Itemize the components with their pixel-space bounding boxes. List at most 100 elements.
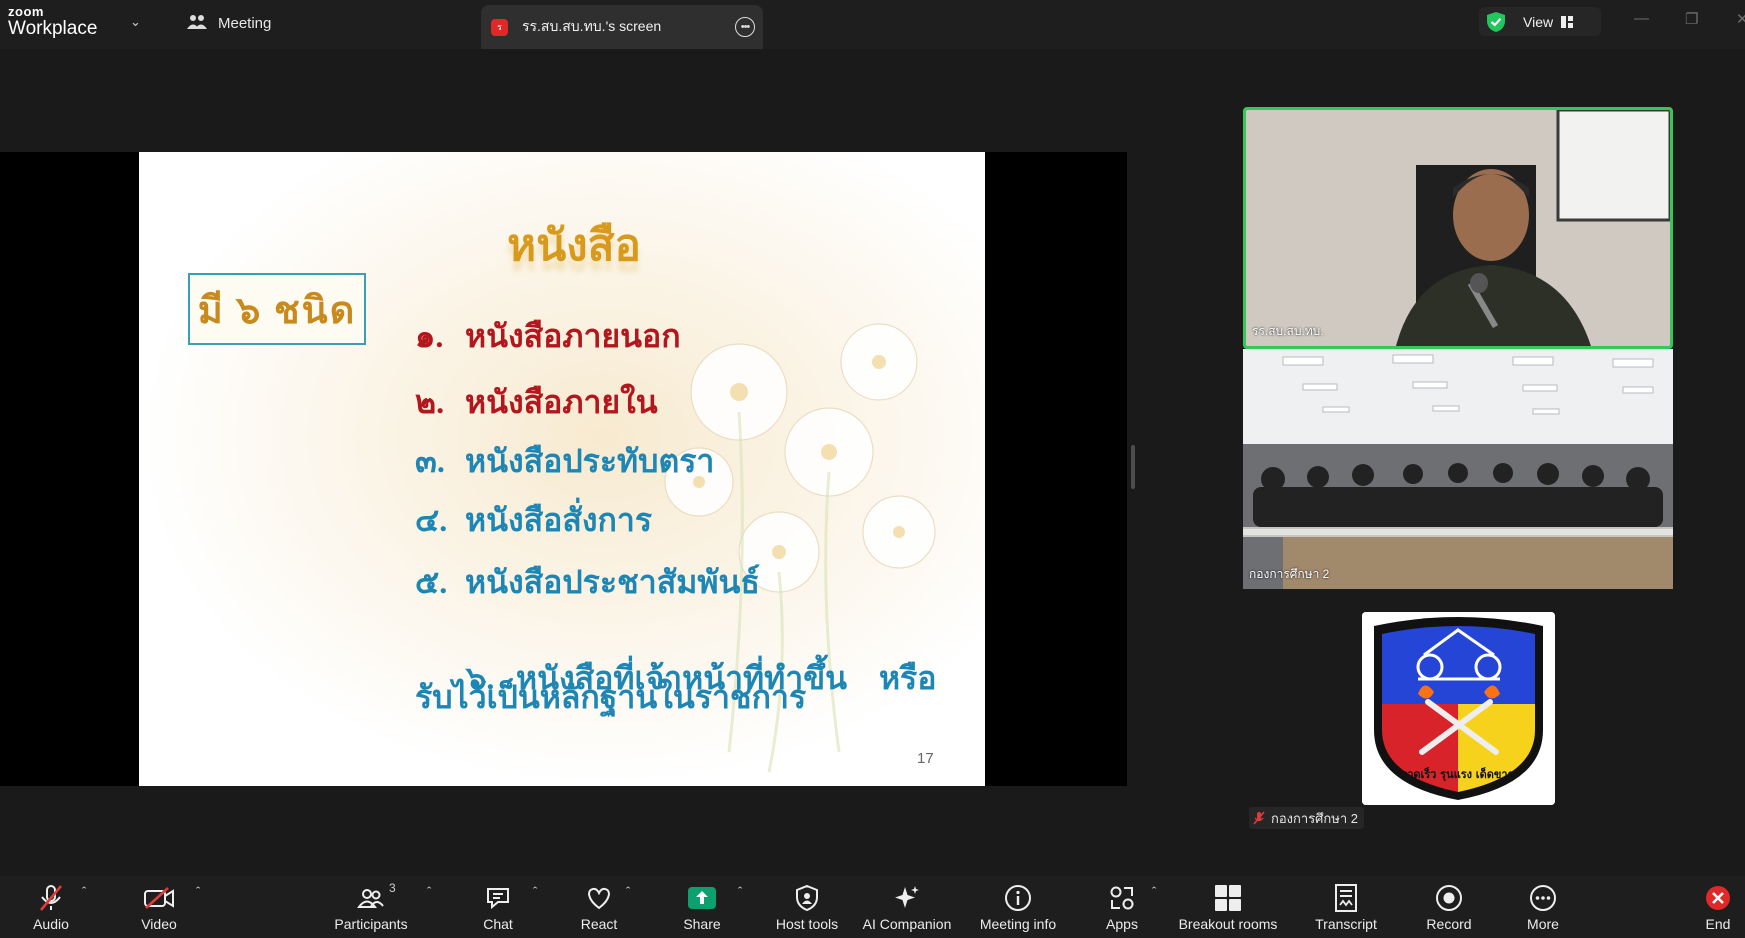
- participants-options-caret[interactable]: ˆ: [427, 884, 431, 899]
- share-label: Share: [683, 916, 721, 932]
- record-button[interactable]: Record: [1424, 876, 1474, 938]
- minimize-icon[interactable]: —: [1634, 10, 1649, 27]
- apps-label: Apps: [1106, 916, 1138, 932]
- muted-mic-icon: [40, 885, 62, 911]
- host-name-label: รร.สบ.สบ.ทบ.: [1252, 324, 1324, 338]
- chevron-down-icon[interactable]: ⌄: [130, 14, 141, 30]
- breakout-rooms-label: Breakout rooms: [1178, 916, 1278, 932]
- slide-count-box: มี ๖ ชนิด: [188, 273, 366, 345]
- react-label: React: [580, 916, 618, 932]
- chat-options-caret[interactable]: ˆ: [533, 884, 537, 899]
- slide-item-4: ๔. หนังสือสั่งการ: [415, 495, 652, 546]
- encryption-shield-icon: [1487, 11, 1505, 32]
- logo-workplace-text: Workplace: [8, 18, 98, 39]
- slide-item-number: ๓.: [415, 443, 445, 479]
- view-button[interactable]: View: [1479, 7, 1601, 36]
- meeting-info-label: Meeting info: [979, 916, 1057, 932]
- end-call-icon: [1706, 886, 1730, 910]
- shared-screen-area[interactable]: หนังสือ มี ๖ ชนิด ๑. หนังสือภายนอก ๒. หนัง…: [0, 152, 1127, 786]
- more-icon: [1530, 885, 1556, 911]
- end-label: End: [1705, 916, 1731, 932]
- meeting-people-icon: [187, 15, 207, 29]
- tab-shared-screen[interactable]: ร รร.สบ.สบ.ทบ.'s screen •••: [481, 5, 763, 49]
- transcript-button[interactable]: Transcript: [1310, 876, 1382, 938]
- audio-label: Audio: [33, 916, 69, 932]
- tab-shared-screen-label: รร.สบ.สบ.ทบ.'s screen: [522, 18, 662, 34]
- slide-item-3: ๓. หนังสือประทับตรา: [415, 436, 714, 487]
- participants-label: Participants: [334, 916, 408, 932]
- meeting-info-button[interactable]: Meeting info: [974, 876, 1062, 938]
- transcript-label: Transcript: [1315, 916, 1377, 932]
- ai-sparkle-icon: [895, 886, 919, 908]
- react-options-caret[interactable]: ˆ: [626, 884, 630, 899]
- transcript-icon: [1335, 884, 1357, 912]
- chat-button[interactable]: Chat: [478, 876, 518, 938]
- slide-item-text: หนังสือภายใน: [465, 384, 658, 420]
- participants-icon: [357, 889, 384, 908]
- heart-icon: [588, 887, 610, 910]
- slide-item-2: ๒. หนังสือภายใน: [415, 377, 658, 428]
- share-options-caret[interactable]: ˆ: [738, 884, 742, 899]
- slide-item-5: ๕. หนังสือประชาสัมพันธ์: [415, 557, 760, 608]
- classroom-video-feed: [1243, 349, 1673, 589]
- video-options-caret[interactable]: ˆ: [196, 884, 200, 899]
- more-label: More: [1527, 916, 1559, 932]
- video-tile-classroom[interactable]: กองการศึกษา 2: [1243, 349, 1673, 589]
- muted-participant-label: กองการศึกษา 2: [1249, 807, 1365, 829]
- restore-icon[interactable]: ❐: [1685, 10, 1698, 28]
- slide-item-text: หนังสือสั่งการ: [465, 502, 653, 538]
- slide-item-text: หนังสือประชาสัมพันธ์: [465, 564, 760, 600]
- tab-meeting[interactable]: Meeting: [186, 13, 271, 33]
- record-label: Record: [1426, 916, 1472, 932]
- close-window-icon[interactable]: ✕: [1736, 10, 1745, 28]
- audio-options-caret[interactable]: ˆ: [82, 884, 86, 899]
- share-screen-icon: [688, 887, 716, 909]
- title-bar: zoom Workplace ⌄ Meeting ร รร.สบ.สบ.ทบ.'…: [0, 0, 1745, 49]
- screen-share-badge: ร: [491, 18, 508, 36]
- presentation-slide: หนังสือ มี ๖ ชนิด ๑. หนังสือภายนอก ๒. หนัง…: [139, 152, 985, 786]
- slide-title: หนังสือ: [507, 221, 641, 270]
- view-label: View: [1523, 13, 1554, 30]
- unit-emblem-avatar: รวดเร็ว รุนแรง เด็ดขาด: [1362, 612, 1555, 805]
- host-video-feed: [1246, 110, 1670, 346]
- shield-icon: [796, 884, 818, 912]
- audio-button[interactable]: Audio: [26, 876, 76, 938]
- muted-mic-icon: [1253, 811, 1265, 825]
- slide-item-number: ๒.: [415, 384, 445, 420]
- share-button[interactable]: Share: [680, 876, 724, 938]
- meeting-toolbar: Audio ˆ Video ˆ Participants 3 ˆ Chat ˆ …: [0, 876, 1745, 938]
- ai-companion-button[interactable]: AI Companion: [861, 876, 953, 938]
- video-label: Video: [141, 916, 177, 932]
- end-meeting-button[interactable]: End: [1698, 876, 1738, 938]
- video-off-icon: [144, 887, 174, 909]
- video-tile-host[interactable]: รร.สบ.สบ.ทบ.: [1243, 107, 1673, 349]
- apps-button[interactable]: Apps: [1102, 876, 1142, 938]
- slide-item-text: หนังสือประทับตรา: [465, 443, 715, 479]
- slide-page-number: 17: [917, 750, 934, 767]
- emblem-motto: รวดเร็ว รุนแรง เด็ดขาด: [1401, 767, 1514, 782]
- avatar-tile-unit-logo[interactable]: รวดเร็ว รุนแรง เด็ดขาด: [1362, 612, 1555, 805]
- apps-icon: [1110, 886, 1134, 910]
- react-button[interactable]: React: [578, 876, 620, 938]
- breakout-rooms-button[interactable]: Breakout rooms: [1176, 876, 1280, 938]
- participant-count: 3: [389, 881, 396, 895]
- apps-options-caret[interactable]: ˆ: [1152, 884, 1156, 899]
- host-tools-label: Host tools: [775, 916, 839, 932]
- participants-button[interactable]: Participants: [331, 876, 411, 938]
- resize-handle[interactable]: [1131, 445, 1135, 489]
- record-icon: [1436, 885, 1462, 911]
- breakout-rooms-icon: [1215, 885, 1241, 911]
- more-button[interactable]: More: [1521, 876, 1565, 938]
- chat-icon: [487, 888, 509, 910]
- slide-item-6-continued: รับไว้เป็นหลักฐานในราชการ: [415, 679, 807, 715]
- slide-item-text: หนังสือภายนอก: [465, 318, 681, 354]
- slide-item-number: ๔.: [415, 502, 448, 538]
- host-tools-button[interactable]: Host tools: [770, 876, 844, 938]
- view-grid-icon: [1561, 15, 1574, 28]
- more-options-icon[interactable]: •••: [735, 17, 755, 37]
- logo-participant-name: กองการศึกษา 2: [1271, 810, 1359, 826]
- zoom-workplace-logo[interactable]: zoom Workplace: [8, 5, 97, 38]
- video-button[interactable]: Video: [134, 876, 184, 938]
- tab-meeting-label: Meeting: [218, 14, 272, 32]
- slide-item-1: ๑. หนังสือภายนอก: [415, 311, 681, 362]
